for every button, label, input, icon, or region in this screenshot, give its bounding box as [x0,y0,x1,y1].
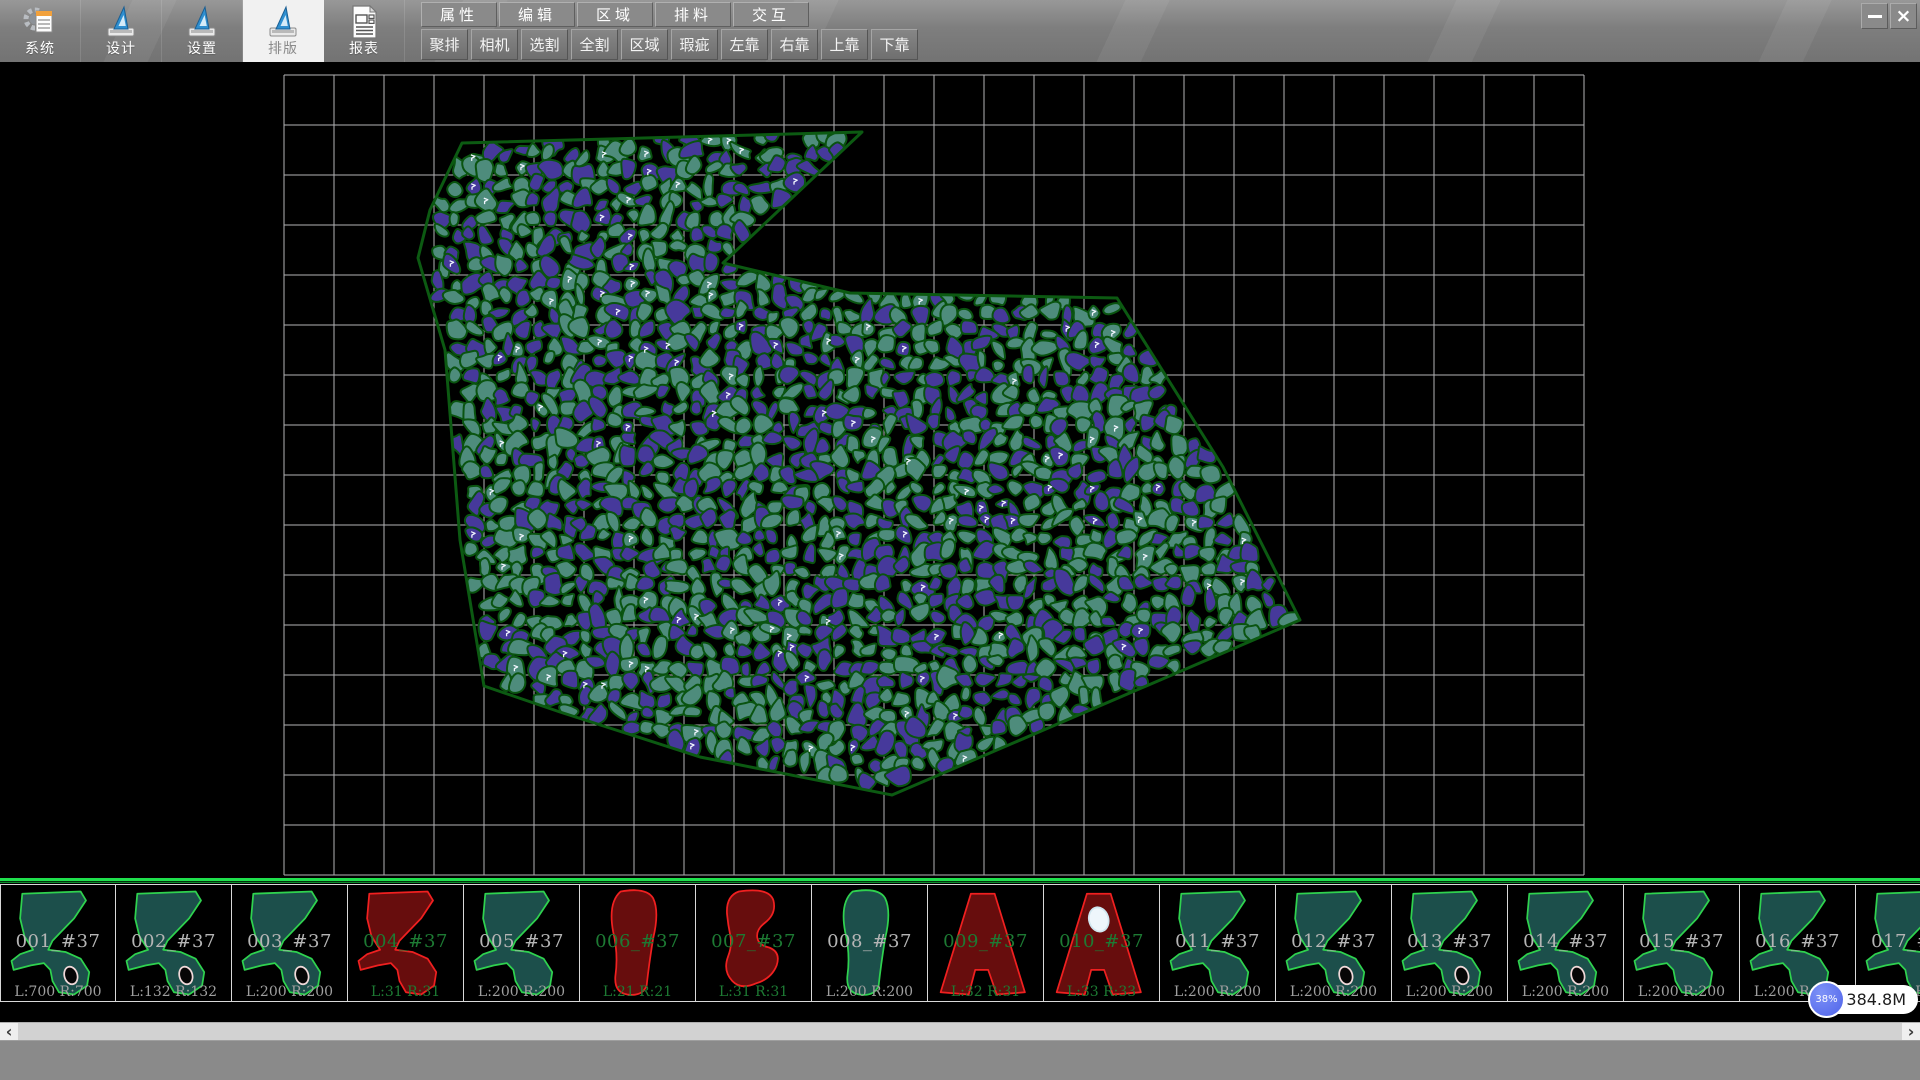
thumbnail-cell-011_#37[interactable]: 011_#37 L:200 R:200 [1160,884,1276,1002]
tool-button-1[interactable]: 聚排 [421,29,468,60]
piece-label: 013_#37 [1392,931,1507,952]
tool-button-6[interactable]: 瑕疵 [671,29,718,60]
piece-lr-count: L:200 R:200 [1392,984,1507,1000]
piece-lr-count: L:132 R:132 [116,984,231,1000]
status-footer [0,1040,1920,1080]
piece-label: 009_#37 [928,931,1043,952]
piece-lr-count: L:31 R:31 [348,984,463,1000]
thumbnail-cell-001_#37[interactable]: 001_#37 L:700 R:700 [0,884,116,1002]
top-toolbar: 系统设计设置排版报表 属性编辑区域排料交互 聚排相机选割全割区域瑕疵左靠右靠上靠… [0,0,1920,62]
progress-circle: 38% [1808,981,1845,1018]
menu-item-1[interactable]: 属性 [421,2,497,27]
menu-item-3[interactable]: 区域 [577,2,653,27]
thumbnail-cell-002_#37[interactable]: 002_#37 L:132 R:132 [116,884,232,1002]
thumbnail-cells: 001_#37L:700 R:700002_#37L:132 R:132003_… [0,884,1920,1004]
thumbnail-cell-004_#37[interactable]: 004_#37 L:31 R:31 [348,884,464,1002]
tool-button-8[interactable]: 右靠 [771,29,818,60]
piece-label: 004_#37 [348,931,463,952]
tool-button-10[interactable]: 下靠 [871,29,918,60]
tool-button-9[interactable]: 上靠 [821,29,868,60]
tool-button-3[interactable]: 选割 [521,29,568,60]
tool-button-5[interactable]: 区域 [621,29,668,60]
piece-label: 012_#37 [1276,931,1391,952]
thumbnail-cell-009_#37[interactable]: 009_#37 L:32 R:31 [928,884,1044,1002]
piece-label: 011_#37 [1160,931,1275,952]
thumbnail-cell-013_#37[interactable]: 013_#37 L:200 R:200 [1392,884,1508,1002]
piece-lr-count: L:200 R:200 [1160,984,1275,1000]
piece-label: 014_#37 [1508,931,1623,952]
piece-lr-count: L:200 R:200 [1624,984,1739,1000]
tool-button-4[interactable]: 全割 [571,29,618,60]
tool-button-row: 聚排相机选割全割区域瑕疵左靠右靠上靠下靠 [421,29,918,60]
design-board-icon [103,3,139,41]
minimize-button[interactable] [1861,3,1888,29]
thumbnail-cell-006_#37[interactable]: 006_#37 L:21 R:21 [580,884,696,1002]
settings-board-icon [184,3,220,41]
piece-lr-count: L:200 R:200 [1276,984,1391,1000]
thumbnail-cell-008_#37[interactable]: 008_#37 L:200 R:200 [812,884,928,1002]
tab-system[interactable]: 系统 [0,0,81,62]
menu-item-4[interactable]: 排料 [655,2,731,27]
piece-lr-count: L:200 R:200 [232,984,347,1000]
thumbnail-cell-012_#37[interactable]: 012_#37 L:200 R:200 [1276,884,1392,1002]
menu-item-5[interactable]: 交互 [733,2,809,27]
thumbnail-cell-005_#37[interactable]: 005_#37 L:200 R:200 [464,884,580,1002]
piece-label: 016_#37 [1740,931,1855,952]
memory-value: 384.8M [1846,990,1906,1009]
tab-nesting[interactable]: 排版 [243,0,324,62]
piece-label: 010_#37 [1044,931,1159,952]
nesting-canvas[interactable] [0,62,1920,878]
close-icon: × [1896,7,1912,26]
piece-label: 007_#37 [696,931,811,952]
tab-label: 系统 [25,41,55,57]
tool-button-7[interactable]: 左靠 [721,29,768,60]
minimize-icon [1868,15,1882,18]
report-doc-icon [346,3,382,41]
memory-usage-badge: 384.8M 38% [1808,981,1920,1019]
piece-lr-count: L:200 R:200 [464,984,579,1000]
progress-percent: 38% [1815,994,1837,1005]
tab-design[interactable]: 设计 [81,0,162,62]
piece-label: 001_#37 [1,931,115,952]
thumbnail-cell-010_#37[interactable]: 010_#37 L:33 R:33 [1044,884,1160,1002]
tab-label: 排版 [268,41,298,57]
piece-lr-count: L:200 R:200 [1508,984,1623,1000]
tab-label: 设计 [106,41,136,57]
system-gear-icon [22,3,58,41]
horizontal-scrollbar[interactable]: ‹ › [0,1022,1920,1040]
app-window: 系统设计设置排版报表 属性编辑区域排料交互 聚排相机选割全割区域瑕疵左靠右靠上靠… [0,0,1920,1080]
close-button[interactable]: × [1890,3,1917,29]
piece-label: 017_#37 [1856,931,1920,952]
nesting-board-icon [265,3,301,41]
piece-lr-count: L:200 R:200 [812,984,927,1000]
tab-label: 设置 [187,41,217,57]
thumbnail-cell-014_#37[interactable]: 014_#37 L:200 R:200 [1508,884,1624,1002]
piece-lr-count: L:33 R:33 [1044,984,1159,1000]
scroll-left-button[interactable]: ‹ [0,1023,18,1041]
nested-pieces [430,126,1299,791]
tool-button-2[interactable]: 相机 [471,29,518,60]
tab-settings[interactable]: 设置 [162,0,243,62]
thumbnail-cell-003_#37[interactable]: 003_#37 L:200 R:200 [232,884,348,1002]
menu-item-2[interactable]: 编辑 [499,2,575,27]
piece-label: 006_#37 [580,931,695,952]
scroll-right-button[interactable]: › [1902,1023,1920,1041]
tab-report[interactable]: 报表 [324,0,405,62]
piece-lr-count: L:21 R:21 [580,984,695,1000]
piece-label: 003_#37 [232,931,347,952]
main-tab-strip: 系统 设计 设置 排版 报表 [0,0,405,62]
tab-label: 报表 [349,41,379,57]
piece-lr-count: L:700 R:700 [1,984,115,1000]
piece-lr-count: L:32 R:31 [928,984,1043,1000]
window-controls: × [1861,3,1917,29]
piece-lr-count: L:31 R:31 [696,984,811,1000]
piece-label: 008_#37 [812,931,927,952]
piece-thumbnail-strip: 001_#37L:700 R:700002_#37L:132 R:132003_… [0,878,1920,1008]
menu-bar: 属性编辑区域排料交互 [421,2,809,27]
thumbnail-cell-015_#37[interactable]: 015_#37 L:200 R:200 [1624,884,1740,1002]
piece-label: 015_#37 [1624,931,1739,952]
thumbnail-cell-007_#37[interactable]: 007_#37 L:31 R:31 [696,884,812,1002]
piece-label: 002_#37 [116,931,231,952]
piece-label: 005_#37 [464,931,579,952]
